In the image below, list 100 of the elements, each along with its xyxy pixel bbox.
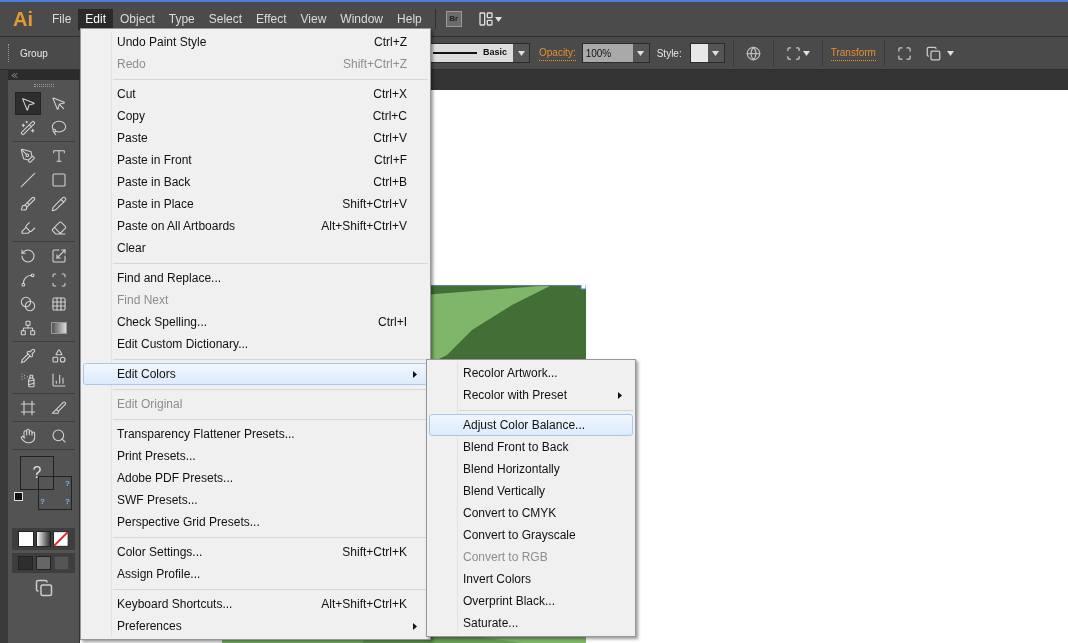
stroke-profile-dropdown[interactable]: Basic [430, 43, 530, 63]
menu-title[interactable]: Object [113, 8, 162, 30]
eyedropper-icon [19, 347, 36, 364]
menu-item[interactable]: Preferences [83, 615, 428, 637]
menu-item[interactable]: Find and Replace... [83, 267, 428, 289]
menu-item[interactable]: Transparency Flattener Presets... [83, 423, 428, 445]
style-label: Style: [656, 46, 682, 61]
pencil-icon [51, 195, 68, 212]
bar-chart-icon [51, 371, 68, 388]
menu-item[interactable]: Blend Front to Back [429, 436, 633, 458]
submenu-arrow-icon [413, 370, 417, 378]
menu-item[interactable]: Cut Ctrl+X [83, 83, 428, 105]
workspace-button[interactable] [477, 11, 502, 27]
opacity-link[interactable]: Opacity: [539, 45, 576, 61]
gradient-mode-button[interactable] [35, 531, 52, 547]
menu-item[interactable]: Recolor with Preset [429, 384, 633, 406]
menu-item[interactable]: Adobe PDF Presets... [83, 467, 428, 489]
stroke-mark: ? [65, 496, 70, 508]
opacity-field[interactable]: 100% [581, 43, 650, 63]
menu-item[interactable]: Blend Vertically [429, 480, 633, 502]
caret-icon [946, 50, 954, 56]
default-colors-icon[interactable] [14, 492, 23, 501]
draw-mode-button[interactable] [36, 556, 51, 570]
fill-swatch[interactable]: ? [20, 456, 54, 490]
menu-item[interactable]: Convert to CMYK [429, 502, 633, 524]
menu-item[interactable]: Adjust Color Balance... [429, 414, 633, 436]
network-icon [19, 319, 36, 336]
none-mode-button[interactable] [53, 531, 69, 547]
gradient-icon [51, 321, 68, 334]
menu-item[interactable]: Convert to Grayscale [429, 524, 633, 546]
rectangle-icon [51, 171, 68, 188]
color-mode-button[interactable] [18, 531, 34, 547]
caret-icon [712, 50, 720, 56]
menu-item[interactable]: Assign Profile... [83, 563, 428, 585]
caret-icon [637, 50, 645, 56]
menu-item[interactable]: Saturate... [429, 612, 633, 634]
menu-title[interactable]: Edit [78, 8, 114, 30]
pen-icon [19, 147, 36, 164]
knife-icon [51, 399, 68, 416]
rotate-icon [19, 247, 36, 264]
search-icon [51, 427, 68, 444]
caret-icon [802, 50, 810, 56]
stroke-swatch[interactable]: ? ? ? [38, 476, 72, 510]
menu-item[interactable]: Keyboard Shortcuts... Alt+Shift+Ctrl+K [83, 593, 428, 615]
menu-title[interactable]: Help [390, 8, 429, 30]
selection-label: Group [20, 46, 49, 61]
menu-item[interactable]: Color Settings... Shift+Ctrl+K [83, 541, 428, 563]
screen-mode-icon[interactable] [34, 579, 53, 597]
menu-item[interactable]: Overprint Black... [429, 590, 633, 612]
dashed-square-icon [785, 45, 801, 61]
menu-item[interactable]: Print Presets... [83, 445, 428, 467]
menu-item[interactable]: Paste in Place Shift+Ctrl+V [83, 193, 428, 215]
hand-icon [19, 427, 36, 444]
stroke-mark: ? [65, 478, 70, 490]
circles-icon [19, 295, 36, 312]
align-button[interactable] [785, 45, 810, 61]
transform-link[interactable]: Transform [830, 45, 876, 61]
style-swatch-dropdown[interactable] [689, 43, 725, 63]
menu-title[interactable]: Type [161, 8, 202, 30]
menu-title[interactable]: Effect [249, 8, 294, 30]
menu-title[interactable]: Select [201, 8, 250, 30]
brush-icon [19, 195, 36, 212]
caret-icon [517, 50, 525, 56]
arrow-icon [51, 95, 68, 112]
menu-item[interactable]: SWF Presets... [83, 489, 428, 511]
curve-icon [19, 271, 36, 288]
grid-icon [51, 295, 68, 312]
menu-item[interactable]: Undo Paint Style Ctrl+Z [83, 31, 428, 53]
marker-icon [19, 219, 36, 236]
menu-item[interactable]: Edit Colors [83, 363, 428, 385]
menu-item[interactable]: Paste Ctrl+V [83, 127, 428, 149]
menu-item[interactable]: Perspective Grid Presets... [83, 511, 428, 533]
lasso-icon [51, 119, 68, 136]
menu-item[interactable]: Invert Colors [429, 568, 633, 590]
tool-button[interactable] [14, 92, 41, 115]
submenu-arrow-icon [618, 391, 622, 399]
menu-item[interactable]: Paste in Front Ctrl+F [83, 149, 428, 171]
globe-icon[interactable] [745, 45, 761, 61]
menu-item[interactable]: Recolor Artwork... [429, 362, 633, 384]
app-logo: Ai [13, 7, 33, 32]
menu-item[interactable]: Paste in Back Ctrl+B [83, 171, 428, 193]
overlap-icon [925, 45, 941, 61]
menu-item[interactable]: Check Spelling... Ctrl+I [83, 311, 428, 333]
menu-item[interactable]: Blend Horizontally [429, 458, 633, 480]
menu-item[interactable]: Paste on All Artboards Alt+Shift+Ctrl+V [83, 215, 428, 237]
menu-item[interactable]: Clear [83, 237, 428, 259]
scale-icon [51, 247, 68, 264]
stroke-mark: ? [40, 496, 45, 508]
arrow-icon [19, 95, 36, 112]
menu-title[interactable]: Window [333, 8, 391, 30]
shapes-icon [51, 347, 68, 364]
type-icon [51, 147, 68, 164]
menu-item[interactable]: Copy Ctrl+C [83, 105, 428, 127]
arrange-button[interactable] [925, 45, 954, 61]
menu-title[interactable]: View [293, 8, 334, 30]
caret-icon [494, 16, 502, 22]
collapse-icon[interactable] [10, 70, 19, 80]
menu-item[interactable]: Edit Custom Dictionary... [83, 333, 428, 355]
menu-title[interactable]: File [45, 8, 79, 30]
magic-wand-icon [19, 119, 36, 136]
